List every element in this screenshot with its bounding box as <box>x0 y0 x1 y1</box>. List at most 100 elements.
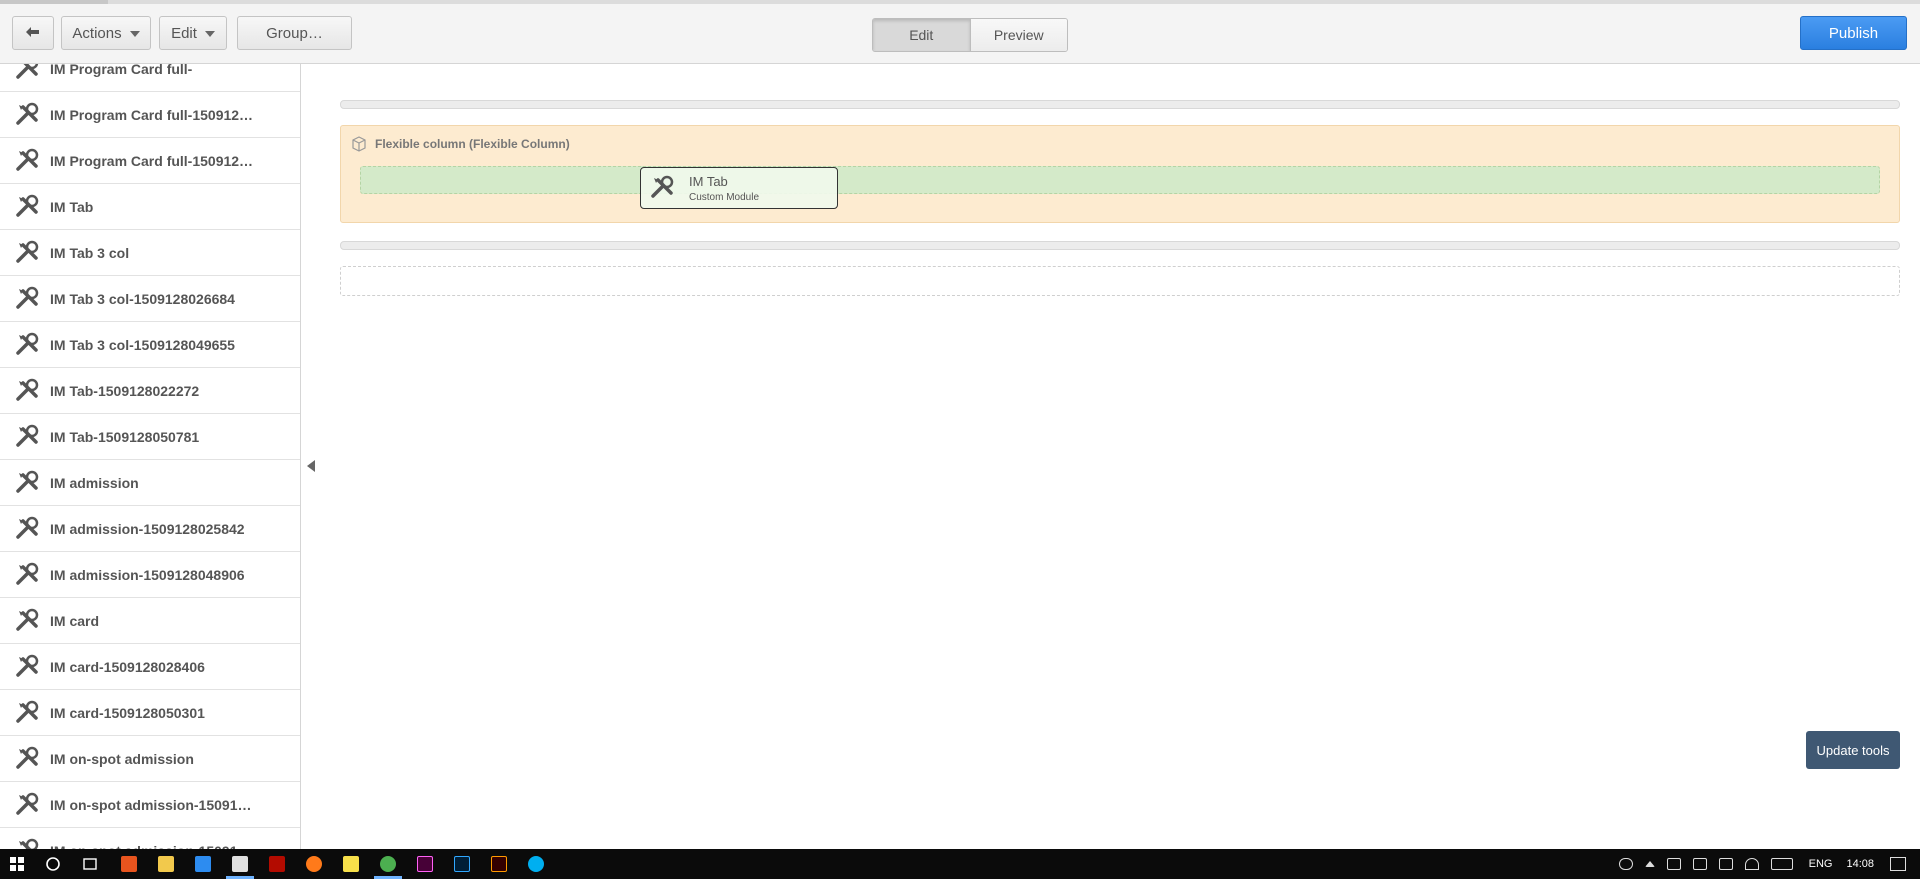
sidebar-item-label: IM admission-1509128025842 <box>50 520 245 537</box>
sidebar-item-label: IM Program Card full-150912… <box>50 106 254 123</box>
sidebar-item[interactable]: IM Program Card full-150912… <box>0 138 300 184</box>
tools-icon <box>16 562 39 585</box>
sidebar-item[interactable]: IM on-spot admission-15091… <box>0 828 300 849</box>
dragged-module-text: IM Tab Custom Module <box>689 174 759 203</box>
clock[interactable]: 14:08 <box>1846 858 1874 870</box>
adobe-xd-icon[interactable] <box>417 856 433 872</box>
chevron-down-icon <box>129 31 140 37</box>
sidebar-item[interactable]: IM Tab 3 col-1509128049655 <box>0 322 300 368</box>
sidebar-item-label: IM Tab-1509128050781 <box>50 428 200 445</box>
sidebar-item[interactable]: IM Tab 3 col-1509128026684 <box>0 276 300 322</box>
system-tray: ENG 14:08 <box>1613 849 1920 879</box>
tab-stub[interactable] <box>0 0 108 4</box>
tools-icon <box>16 608 39 631</box>
page-builder-window: Actions Edit Group… Edit Preview Publish… <box>0 0 1920 879</box>
sidebar-item[interactable]: IM Program Card full-150912… <box>0 92 300 138</box>
sidebar-item[interactable]: IM card-1509128028406 <box>0 644 300 690</box>
notification-icon[interactable] <box>1890 857 1906 871</box>
sidebar-item[interactable]: IM Tab <box>0 184 300 230</box>
tools-icon <box>16 470 39 493</box>
sidebar-item[interactable]: IM card <box>0 598 300 644</box>
firefox-icon[interactable] <box>306 856 322 872</box>
sidebar-item[interactable]: IM Tab-1509128022272 <box>0 368 300 414</box>
chrome-icon[interactable] <box>380 856 396 872</box>
sidebar-item[interactable]: IM Program Card full- <box>0 64 300 92</box>
group-label: Group… <box>266 24 323 42</box>
sidebar-item-label: IM card-1509128028406 <box>50 658 205 675</box>
skype-icon[interactable] <box>528 856 544 872</box>
sidebar-item[interactable]: IM Tab 3 col <box>0 230 300 276</box>
wifi-icon[interactable] <box>1744 858 1759 870</box>
flexible-column-title: Flexible column (Flexible Column) <box>375 137 570 151</box>
edit-label: Edit <box>171 24 197 42</box>
tools-icon <box>16 194 39 217</box>
keyboard-icon[interactable] <box>1770 858 1793 870</box>
actions-dropdown-button[interactable]: Actions <box>61 16 151 50</box>
preview-mode-tab[interactable]: Preview <box>970 19 1067 51</box>
people-icon[interactable] <box>1618 858 1633 870</box>
chevron-down-icon <box>204 31 215 37</box>
chevron-up-icon[interactable] <box>1644 861 1655 867</box>
dragged-module-chip[interactable]: IM Tab Custom Module <box>640 167 838 209</box>
sidebar-item[interactable]: IM admission-1509128048906 <box>0 552 300 598</box>
acrobat-icon[interactable] <box>269 856 285 872</box>
tools-icon <box>16 286 39 309</box>
tools-icon <box>16 746 39 769</box>
update-tools-button[interactable]: Update tools <box>1806 731 1900 769</box>
cube-icon <box>352 136 366 152</box>
sidebar-item[interactable]: IM admission <box>0 460 300 506</box>
sticky-notes-icon[interactable] <box>343 856 359 872</box>
usb-icon[interactable] <box>1692 858 1707 870</box>
sidebar-item-label: IM admission <box>50 474 139 491</box>
module-list: IM Program Card full- IM Program Card ful… <box>0 64 300 849</box>
back-button[interactable] <box>12 16 54 50</box>
dragged-module-type: Custom Module <box>689 191 760 203</box>
illustrator-icon[interactable] <box>491 856 507 872</box>
sidebar-item-label: IM Program Card full- <box>50 64 193 77</box>
tools-icon <box>16 240 39 263</box>
module-sidebar[interactable]: IM Program Card full- IM Program Card ful… <box>0 64 301 849</box>
edit-dropdown-button[interactable]: Edit <box>159 16 227 50</box>
photoshop-icon[interactable] <box>454 856 470 872</box>
dragged-module-title: IM Tab <box>689 173 728 189</box>
top-toolbar: Actions Edit Group… Edit Preview Publish <box>0 0 1920 64</box>
publish-button[interactable]: Publish <box>1800 16 1907 50</box>
volume-icon[interactable] <box>1718 858 1733 870</box>
sidebar-item-label: IM Tab 3 col-1509128026684 <box>50 290 235 307</box>
battery-icon[interactable] <box>1666 858 1681 870</box>
sidebar-item-label: IM on-spot admission <box>50 750 194 767</box>
app-blue-icon[interactable] <box>195 856 211 872</box>
flexible-column[interactable]: Flexible column (Flexible Column) <box>340 125 1900 223</box>
task-view-icon[interactable] <box>82 856 98 872</box>
sidebar-item[interactable]: IM on-spot admission-15091… <box>0 782 300 828</box>
sidebar-item-label: IM Tab 3 col-1509128049655 <box>50 336 235 353</box>
sidebar-item[interactable]: IM card-1509128050301 <box>0 690 300 736</box>
sidebar-item[interactable]: IM on-spot admission <box>0 736 300 782</box>
tools-icon <box>651 175 674 198</box>
sidebar-item-label: IM on-spot admission-15091… <box>50 796 252 813</box>
layout-row-bar[interactable] <box>340 100 1900 109</box>
sidebar-item-label: IM card <box>50 612 100 629</box>
group-button[interactable]: Group… <box>237 16 352 50</box>
language-indicator[interactable]: ENG <box>1809 858 1833 870</box>
sidebar-item[interactable]: IM admission-1509128025842 <box>0 506 300 552</box>
collapse-sidebar-icon[interactable] <box>307 460 315 472</box>
tools-icon <box>16 332 39 355</box>
sidebar-item-label: IM card-1509128050301 <box>50 704 205 721</box>
windows-start-icon[interactable] <box>10 857 24 871</box>
tools-icon <box>16 700 39 723</box>
app-photo-icon[interactable] <box>232 856 248 872</box>
flexible-column-header: Flexible column (Flexible Column) <box>351 136 570 152</box>
sidebar-item-label: IM Program Card full-150912… <box>50 152 254 169</box>
layout-row-bar[interactable] <box>340 241 1900 250</box>
sidebar-item[interactable]: IM Tab-1509128050781 <box>0 414 300 460</box>
module-drop-zone[interactable] <box>360 166 1880 194</box>
empty-row-dropzone[interactable] <box>340 266 1900 296</box>
file-explorer-icon[interactable] <box>158 856 174 872</box>
search-icon[interactable] <box>45 856 61 872</box>
app-g-icon[interactable] <box>121 856 137 872</box>
tools-icon <box>16 102 39 125</box>
edit-mode-tab[interactable]: Edit <box>873 19 971 51</box>
sidebar-item-label: IM admission-1509128048906 <box>50 566 245 583</box>
browser-tab-strip <box>0 0 1920 4</box>
